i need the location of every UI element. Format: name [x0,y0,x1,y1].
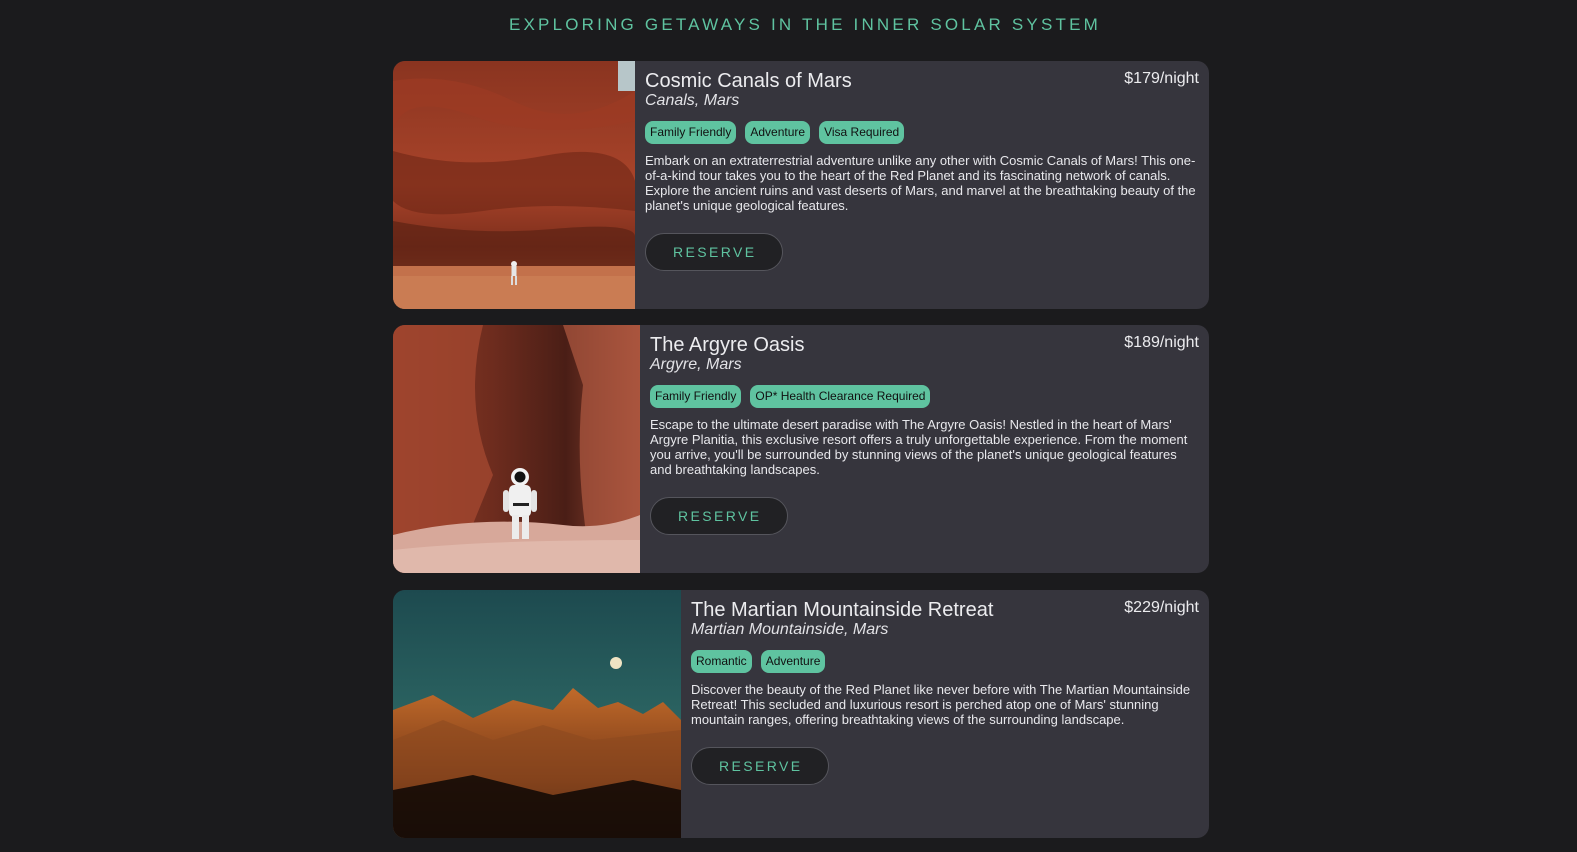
listing-location: Argyre, Mars [650,356,742,373]
listing-photo [393,61,635,309]
reserve-button[interactable]: RESERVE [650,497,789,535]
listing-name: The Martian Mountainside Retreat [691,599,994,621]
tag-list: Family Friendly Adventure Visa Required [645,121,1199,144]
listing-description: Embark on an extraterrestrial adventure … [645,153,1196,213]
mars-canyon-image [393,61,635,309]
listing-card: The Argyre Oasis Argyre, Mars $189/night… [393,325,1209,573]
listing-price: $189/night [1124,334,1199,351]
listing-card: The Martian Mountainside Retreat Martian… [393,590,1209,838]
listing-info: The Martian Mountainside Retreat Martian… [681,590,1209,838]
tag: Family Friendly [645,121,737,144]
listing-location: Martian Mountainside, Mars [691,621,889,638]
listing-name: The Argyre Oasis [650,334,805,356]
listing-price: $179/night [1124,70,1199,87]
tag-list: Family Friendly OP* Health Clearance Req… [650,385,1199,408]
tag: Visa Required [819,121,905,144]
tag: OP* Health Clearance Required [750,385,931,408]
tag: Adventure [745,121,811,144]
listing-description: Discover the beauty of the Red Planet li… [691,682,1191,727]
tag: Adventure [760,650,826,673]
listing-price: $229/night [1124,599,1199,616]
listing-card: Cosmic Canals of Mars Canals, Mars $179/… [393,61,1209,309]
listing-photo [393,325,640,573]
tag: Family Friendly [650,385,742,408]
listing-info: The Argyre Oasis Argyre, Mars $189/night… [640,325,1209,573]
page-title: EXPLORING GETAWAYS IN THE INNER SOLAR SY… [508,15,1101,34]
listing-name: Cosmic Canals of Mars [645,70,852,92]
listing-location: Canals, Mars [645,92,740,109]
tag-list: Romantic Adventure [691,650,1199,673]
listing-photo [393,590,681,838]
listing-description: Escape to the ultimate desert paradise w… [650,417,1188,477]
listing-info: Cosmic Canals of Mars Canals, Mars $179/… [635,61,1209,309]
mountain-moon-image [393,590,681,838]
astronaut-canyon-image [393,325,640,573]
reserve-button[interactable]: RESERVE [691,747,830,785]
reserve-button[interactable]: RESERVE [645,233,784,271]
tag: Romantic [691,650,752,673]
